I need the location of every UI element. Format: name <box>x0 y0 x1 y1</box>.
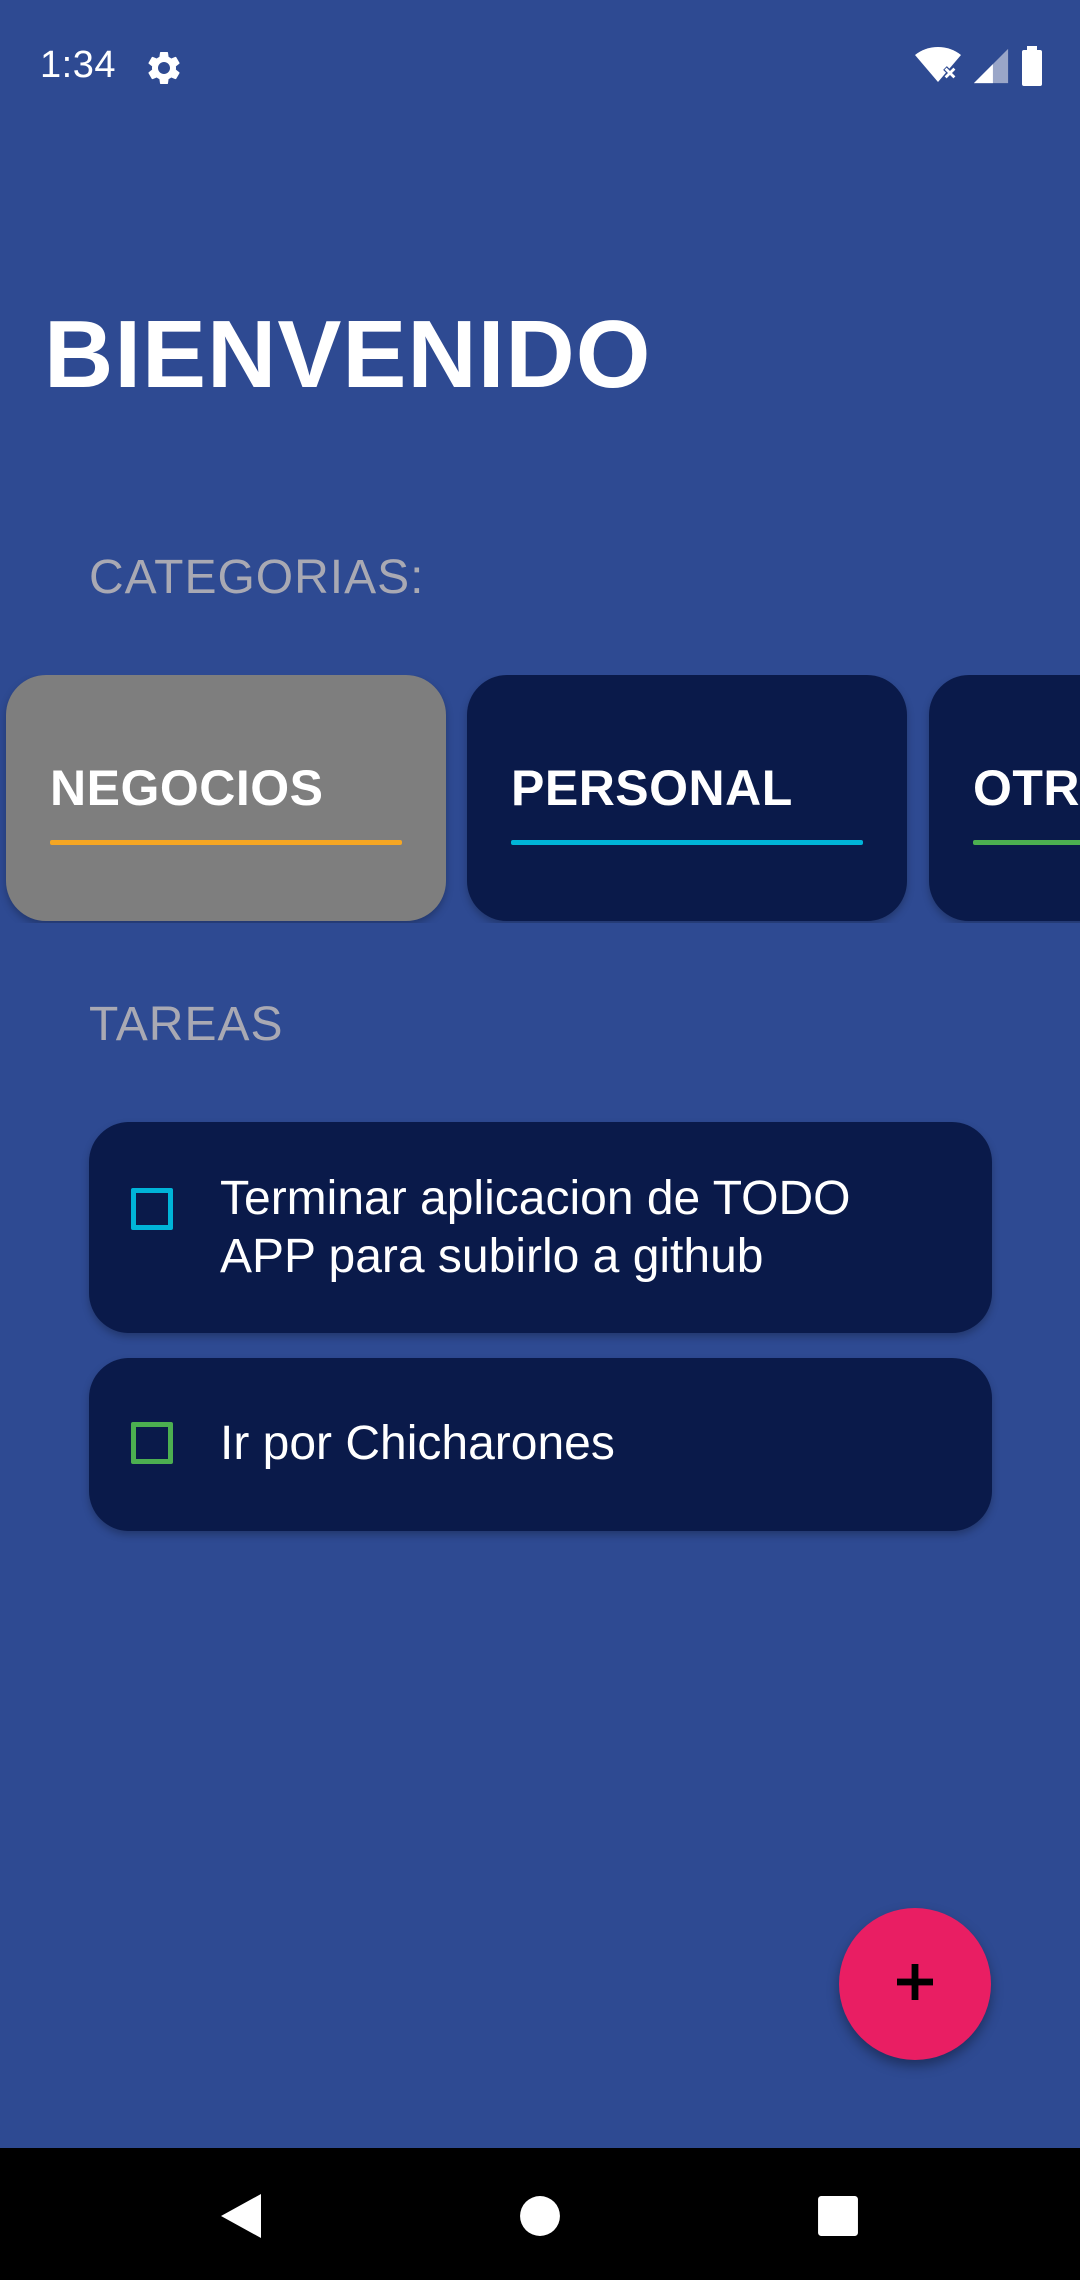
category-label: OTROS <box>973 760 1080 816</box>
status-icons <box>914 45 1044 91</box>
gear-icon <box>144 48 184 88</box>
status-time: 1:34 <box>40 44 116 86</box>
task-checkbox[interactable] <box>131 1422 173 1464</box>
recents-icon[interactable] <box>810 2188 866 2244</box>
category-card-personal[interactable]: PERSONAL <box>467 675 907 921</box>
tasks-label: TAREAS <box>89 998 284 1051</box>
categories-list[interactable]: NEGOCIOS PERSONAL OTROS <box>0 675 1080 923</box>
category-card-otros[interactable]: OTROS <box>929 675 1080 921</box>
add-task-button[interactable] <box>839 1908 991 2060</box>
battery-icon <box>1020 45 1044 91</box>
signal-icon <box>972 47 1010 90</box>
task-item[interactable]: Terminar aplicacion de TODO APP para sub… <box>89 1122 992 1333</box>
category-card-negocios[interactable]: NEGOCIOS <box>6 675 446 921</box>
status-bar: 1:34 <box>0 0 1080 136</box>
categories-label: CATEGORIAS: <box>89 551 425 604</box>
category-label: PERSONAL <box>511 760 793 816</box>
task-text: Terminar aplicacion de TODO APP para sub… <box>220 1172 851 1283</box>
plus-icon <box>895 1962 935 2007</box>
category-label: NEGOCIOS <box>50 760 324 816</box>
app-screen: 1:34 BIENVENIDO CATEGORIAS: NEGOCIOS PER… <box>0 0 1080 2280</box>
category-accent-line <box>50 840 402 845</box>
category-accent-line <box>973 840 1080 845</box>
task-checkbox[interactable] <box>131 1188 173 1230</box>
category-accent-line <box>511 840 863 845</box>
back-icon[interactable] <box>213 2188 269 2244</box>
home-icon[interactable] <box>512 2188 568 2244</box>
task-text: Ir por Chicharones <box>220 1417 615 1470</box>
wifi-icon <box>914 46 962 91</box>
navigation-bar <box>0 2148 1080 2280</box>
task-item[interactable]: Ir por Chicharones <box>89 1358 992 1531</box>
page-title: BIENVENIDO <box>44 301 652 408</box>
